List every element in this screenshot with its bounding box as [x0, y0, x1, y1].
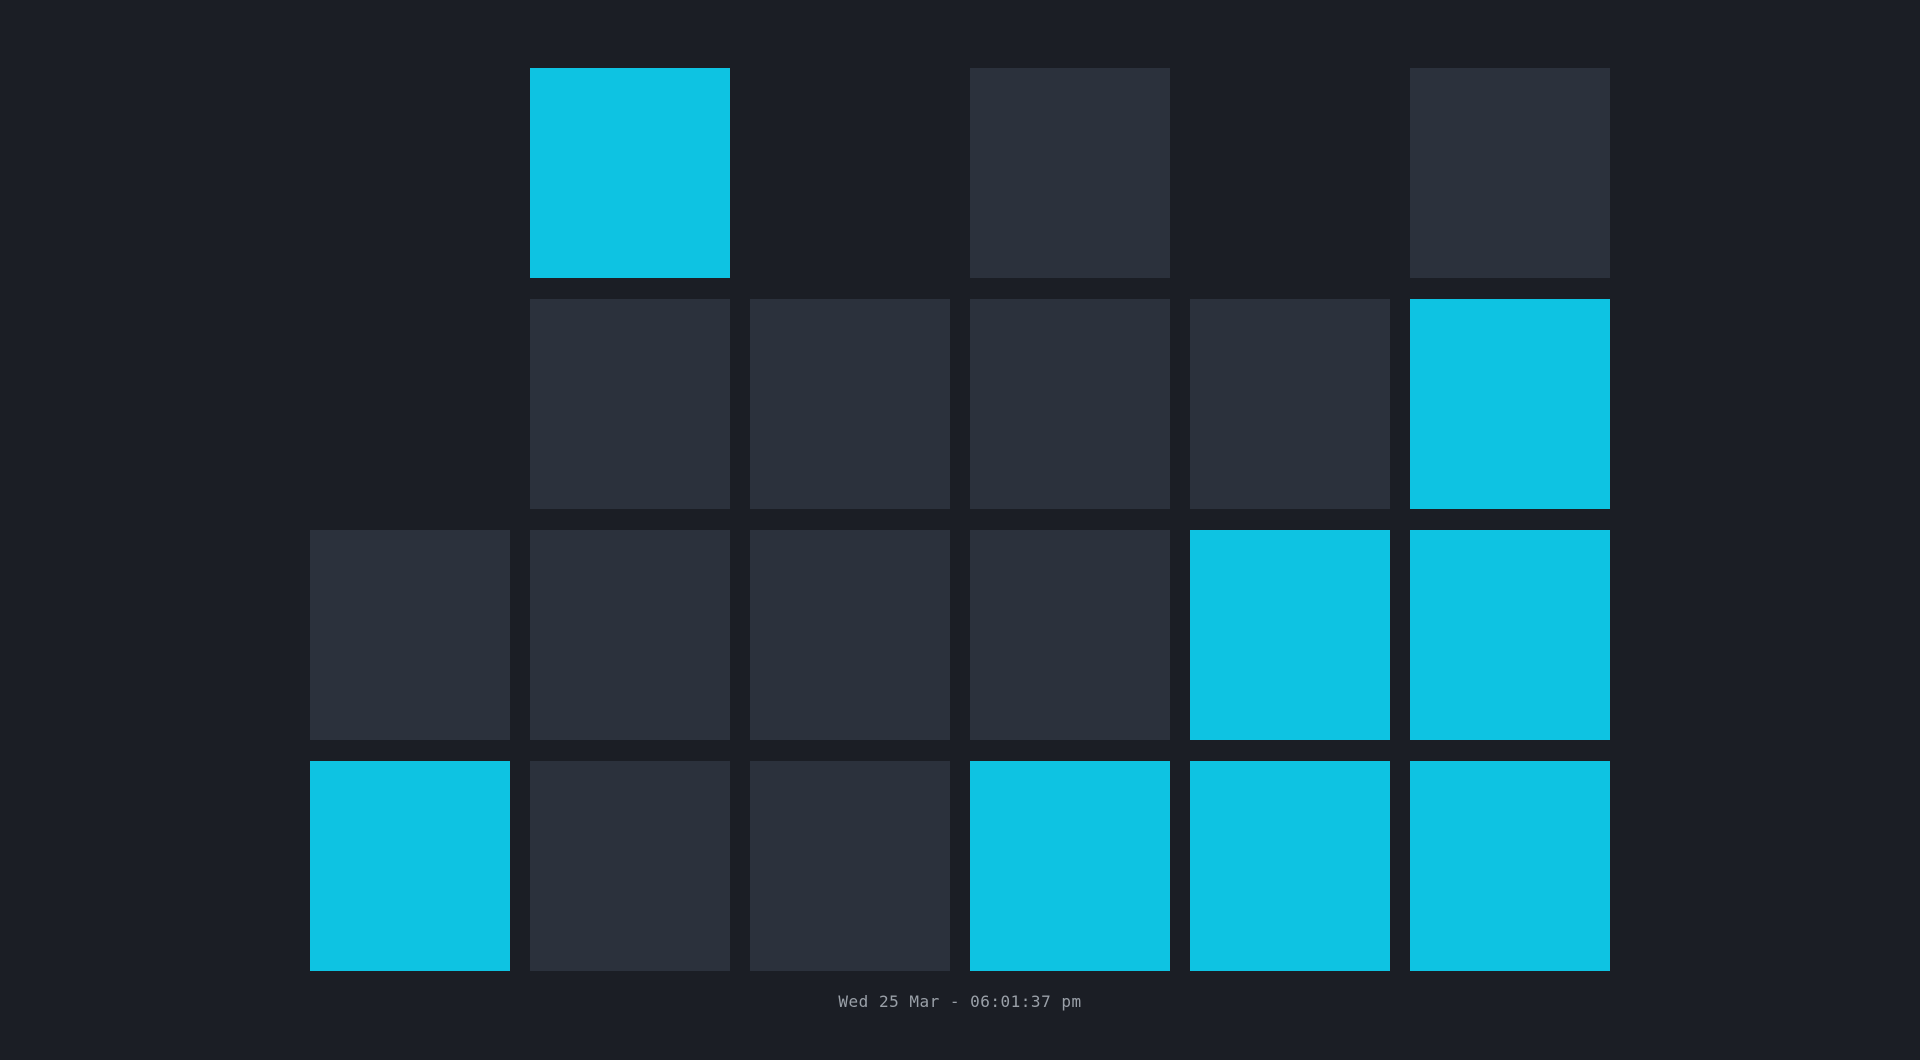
- bit-cell-col6-row3-on: [1410, 530, 1610, 740]
- bit-cell-col4-row1-off: [970, 68, 1170, 278]
- bit-cell-col4-row2-off: [970, 299, 1170, 509]
- bit-cell-col2-row3-off: [530, 530, 730, 740]
- bit-cell-col5-row1-unused: [1190, 68, 1390, 278]
- bit-cell-col4-row4-on: [970, 761, 1170, 971]
- bit-cell-col2-row1-on: [530, 68, 730, 278]
- bit-cell-col3-row2-off: [750, 299, 950, 509]
- bit-grid: [310, 68, 1610, 971]
- date-time-readout: Wed 25 Mar - 06:01:37 pm: [838, 992, 1082, 1011]
- bit-cell-col3-row1-unused: [750, 68, 950, 278]
- bit-cell-col6-row2-on: [1410, 299, 1610, 509]
- bit-cell-col6-row1-off: [1410, 68, 1610, 278]
- bit-cell-col1-row4-on: [310, 761, 510, 971]
- bit-cell-col3-row4-off: [750, 761, 950, 971]
- bit-cell-col5-row3-on: [1190, 530, 1390, 740]
- bit-cell-col2-row4-off: [530, 761, 730, 971]
- bit-cell-col4-row3-off: [970, 530, 1170, 740]
- bit-cell-col1-row3-off: [310, 530, 510, 740]
- bit-cell-col5-row4-on: [1190, 761, 1390, 971]
- bit-cell-col1-row1-unused: [310, 68, 510, 278]
- bit-cell-col3-row3-off: [750, 530, 950, 740]
- bit-cell-col5-row2-off: [1190, 299, 1390, 509]
- binary-clock: Wed 25 Mar - 06:01:37 pm: [0, 0, 1920, 1060]
- bit-cell-col2-row2-off: [530, 299, 730, 509]
- bit-cell-col1-row2-unused: [310, 299, 510, 509]
- bit-cell-col6-row4-on: [1410, 761, 1610, 971]
